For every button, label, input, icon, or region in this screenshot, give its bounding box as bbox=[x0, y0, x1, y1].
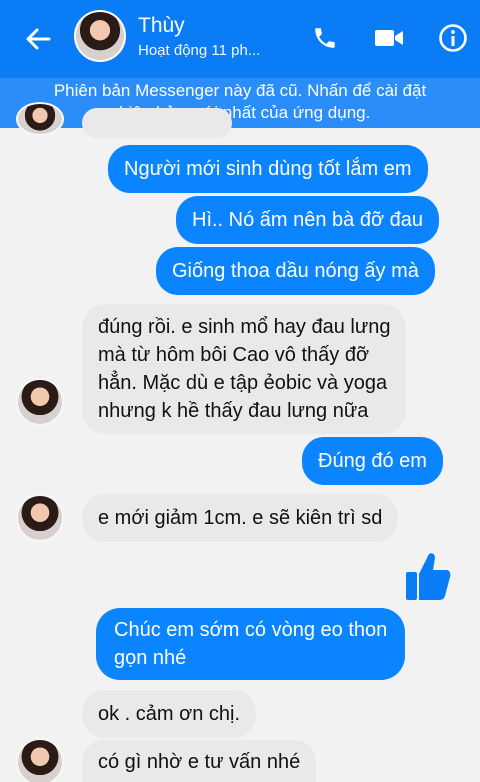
message-text: Người mới sinh dùng tốt lắm em bbox=[124, 158, 412, 180]
banner-line-1: Phiên bản Messenger này đã cũ. Nhấn để c… bbox=[53, 81, 427, 100]
chat-header: Thùy Hoạt động 11 ph... bbox=[0, 0, 480, 78]
thumbs-up-icon[interactable] bbox=[404, 550, 452, 602]
message-text: mà từ hôm bôi Cao vô thấy đỡ bbox=[98, 344, 370, 366]
message-text: đúng rồi. e sinh mổ hay đau lưng bbox=[98, 316, 391, 338]
contact-status: Hoạt động 11 ph... bbox=[138, 42, 261, 59]
info-button[interactable] bbox=[436, 20, 470, 56]
arrow-left-icon bbox=[26, 28, 51, 50]
contact-avatar[interactable] bbox=[74, 10, 126, 62]
message-text: Đúng đó em bbox=[318, 450, 427, 472]
message-text: e mới giảm 1cm. e sẽ kiên trì sd bbox=[98, 507, 383, 529]
message-bubble[interactable]: có gì nhờ e tư vấn nhé bbox=[82, 740, 317, 782]
back-button[interactable] bbox=[22, 22, 54, 56]
video-call-button[interactable] bbox=[372, 20, 406, 56]
message-bubble[interactable]: ok . cảm ơn chị. bbox=[82, 690, 257, 738]
contact-avatar-small bbox=[16, 738, 64, 782]
message-text: ok . cảm ơn chị. bbox=[98, 703, 241, 725]
message-text: Chúc em sớm có vòng eo thon bbox=[114, 619, 388, 641]
message-text: gọn nhé bbox=[114, 647, 187, 669]
message-bubble[interactable]: Người mới sinh dùng tốt lắm em bbox=[108, 145, 428, 193]
message-bubble[interactable]: đúng rồi. e sinh mổ hay đau lưng mà từ h… bbox=[82, 304, 407, 434]
contact-avatar-small bbox=[16, 102, 64, 136]
contact-avatar-small bbox=[16, 494, 64, 542]
info-icon bbox=[439, 24, 467, 52]
message-text: Hì.. Nó ấm nên bà đỡ đau bbox=[192, 209, 424, 231]
contact-avatar-small bbox=[16, 378, 64, 426]
message-bubble[interactable]: Hì.. Nó ấm nên bà đỡ đau bbox=[176, 196, 440, 244]
call-button[interactable] bbox=[308, 20, 342, 56]
message-bubble[interactable]: Đúng đó em bbox=[302, 437, 443, 485]
contact-name[interactable]: Thùy bbox=[138, 14, 185, 38]
message-bubble[interactable]: Chúc em sớm có vòng eo thon gọn nhé bbox=[96, 608, 406, 680]
video-camera-icon bbox=[375, 30, 403, 46]
phone-icon bbox=[315, 28, 335, 48]
message-bubble[interactable]: e mới giảm 1cm. e sẽ kiên trì sd bbox=[82, 494, 399, 542]
message-text: có gì nhờ e tư vấn nhé bbox=[98, 751, 301, 773]
update-banner[interactable]: Phiên bản Messenger này đã cũ. Nhấn để c… bbox=[0, 78, 480, 128]
message-text: hẳn. Mặc dù e tập ẻobic và yoga bbox=[98, 372, 388, 394]
message-text: nhưng k hề thấy đau lưng nữa bbox=[98, 400, 369, 422]
message-bubble-partial bbox=[82, 108, 232, 138]
message-bubble[interactable]: Giống thoa dầu nóng ấy mà bbox=[156, 247, 435, 295]
message-text: Giống thoa dầu nóng ấy mà bbox=[172, 260, 419, 282]
banner-line-2: phiên bản mới nhất của ứng dụng. bbox=[109, 103, 371, 122]
